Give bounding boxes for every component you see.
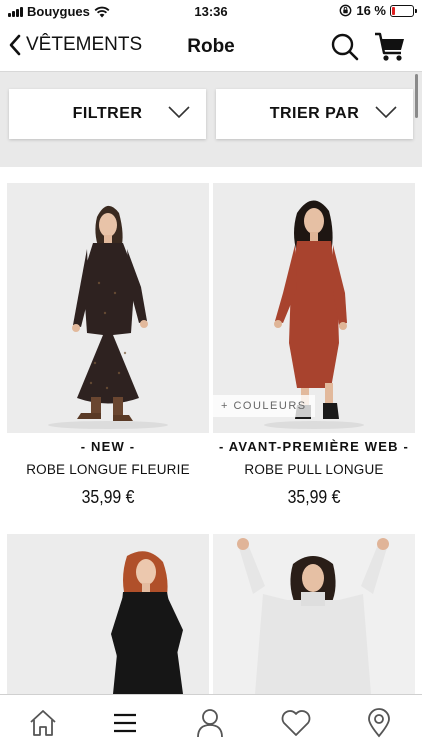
product-tag: - NEW - bbox=[80, 439, 136, 454]
cart-button[interactable] bbox=[374, 31, 406, 63]
product-price: 35,99 € bbox=[287, 487, 341, 507]
filter-bar: FILTRER TRIER PAR bbox=[0, 72, 422, 167]
battery-icon bbox=[390, 4, 417, 17]
tab-account[interactable] bbox=[193, 707, 227, 739]
page-title: Robe bbox=[187, 36, 235, 57]
product-card[interactable]: - NEW - ROBE LONGUE FLEURIE 35,99 € bbox=[7, 183, 209, 508]
menu-icon bbox=[114, 713, 136, 733]
more-colors-badge[interactable]: + COULEURS bbox=[213, 395, 315, 417]
product-name: ROBE LONGUE FLEURIE bbox=[26, 462, 190, 477]
chevron-left-icon bbox=[9, 34, 21, 56]
tab-menu[interactable] bbox=[108, 707, 142, 739]
battery-level bbox=[392, 6, 396, 15]
scrollbar[interactable] bbox=[415, 74, 418, 118]
product-card[interactable] bbox=[213, 534, 415, 694]
search-icon bbox=[331, 33, 359, 61]
tab-bar bbox=[0, 694, 422, 750]
product-name: ROBE PULL LONGUE bbox=[244, 462, 384, 477]
product-card[interactable]: + COULEURS - AVANT-PREMIÈRE WEB - ROBE P… bbox=[213, 183, 415, 508]
product-image[interactable] bbox=[7, 534, 209, 694]
product-image[interactable] bbox=[213, 534, 415, 694]
chevron-down-icon bbox=[168, 106, 190, 119]
chevron-down-icon bbox=[375, 106, 397, 119]
status-right: 16 % bbox=[339, 3, 417, 18]
status-bar: Bouygues 13:36 16 % bbox=[0, 0, 422, 22]
back-label: VÊTEMENTS bbox=[26, 34, 143, 55]
battery-percent: 16 % bbox=[356, 3, 386, 18]
account-icon bbox=[197, 709, 223, 738]
cart-icon bbox=[375, 32, 404, 61]
tab-home[interactable] bbox=[26, 707, 60, 739]
heart-icon bbox=[281, 710, 311, 736]
carrier-name: Bouygues bbox=[27, 4, 90, 19]
product-card[interactable] bbox=[7, 534, 209, 694]
product-image[interactable] bbox=[7, 183, 209, 433]
nav-bar: VÊTEMENTS Robe bbox=[0, 22, 422, 72]
home-icon bbox=[30, 710, 56, 736]
signal-icon bbox=[8, 6, 23, 17]
tab-stores[interactable] bbox=[362, 707, 396, 739]
tab-favorites[interactable] bbox=[279, 707, 313, 739]
product-image[interactable]: + COULEURS bbox=[213, 183, 415, 433]
status-left: Bouygues bbox=[8, 4, 110, 19]
back-button[interactable]: VÊTEMENTS bbox=[8, 34, 142, 56]
filter-button[interactable]: FILTRER bbox=[9, 89, 206, 139]
search-button[interactable] bbox=[330, 32, 360, 62]
wifi-icon bbox=[94, 6, 110, 17]
product-price: 35,99 € bbox=[81, 487, 135, 507]
sort-button[interactable]: TRIER PAR bbox=[216, 89, 413, 139]
location-icon bbox=[368, 708, 390, 738]
product-tag: - AVANT-PREMIÈRE WEB - bbox=[218, 439, 410, 454]
orientation-lock-icon bbox=[339, 4, 352, 17]
